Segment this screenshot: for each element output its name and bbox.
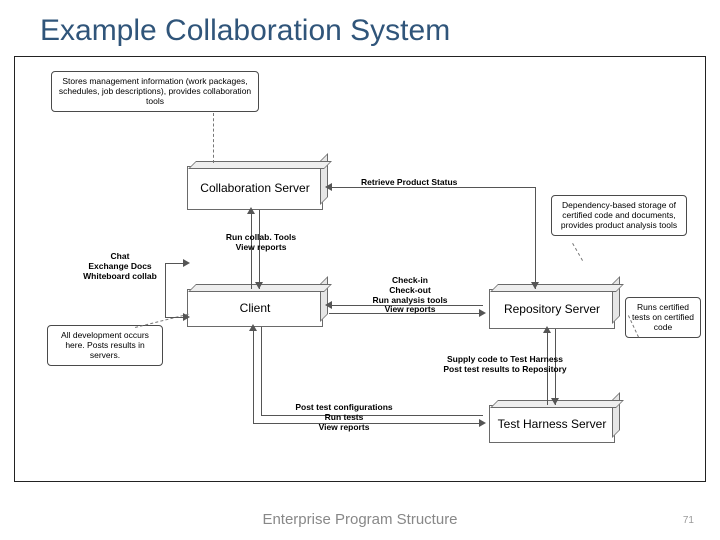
page-number: 71 <box>683 515 694 526</box>
edge-label-chat: ChatExchange DocsWhiteboard collab <box>70 252 170 281</box>
note-collab: Stores management information (work pack… <box>51 71 259 112</box>
arrow-icon <box>249 324 257 331</box>
edge-line <box>261 327 262 415</box>
arrow-icon <box>551 398 559 405</box>
note-repo: Dependency-based storage of certified co… <box>551 195 687 236</box>
edge-label-supply: Supply code to Test HarnessPost test res… <box>415 355 595 375</box>
diagram-frame: Collaboration Server Client Repository S… <box>14 56 706 482</box>
edge-label-checkin: Check-inCheck-outRun analysis toolsView … <box>355 276 465 315</box>
arrow-icon <box>543 326 551 333</box>
node-test-harness-server: Test Harness Server <box>489 405 615 443</box>
footer-title: Enterprise Program Structure <box>0 511 720 528</box>
arrow-icon <box>255 282 263 289</box>
arrow-icon <box>247 207 255 214</box>
arrow-icon <box>531 282 539 289</box>
note-client: All development occurs here. Posts resul… <box>47 325 163 366</box>
edge-line <box>535 187 536 289</box>
node-collaboration-server: Collaboration Server <box>187 166 323 210</box>
edge-line <box>253 327 254 423</box>
arrow-icon <box>183 259 190 267</box>
arrow-icon <box>479 419 486 427</box>
edge-label-post-test: Post test configurationsRun testsView re… <box>269 403 419 432</box>
callout-pointer <box>572 243 583 261</box>
slide: Example Collaboration System Collaborati… <box>0 0 720 540</box>
edge-label-run-collab: Run collab. ToolsView reports <box>196 233 326 253</box>
arrow-icon <box>325 301 332 309</box>
callout-pointer <box>213 113 214 163</box>
arrow-icon <box>325 183 332 191</box>
node-repository-server: Repository Server <box>489 289 615 329</box>
edge-label-retrieve-status: Retrieve Product Status <box>361 178 457 188</box>
node-client: Client <box>187 289 323 327</box>
arrow-icon <box>479 309 486 317</box>
page-title: Example Collaboration System <box>40 14 450 48</box>
arrow-icon <box>183 313 190 321</box>
